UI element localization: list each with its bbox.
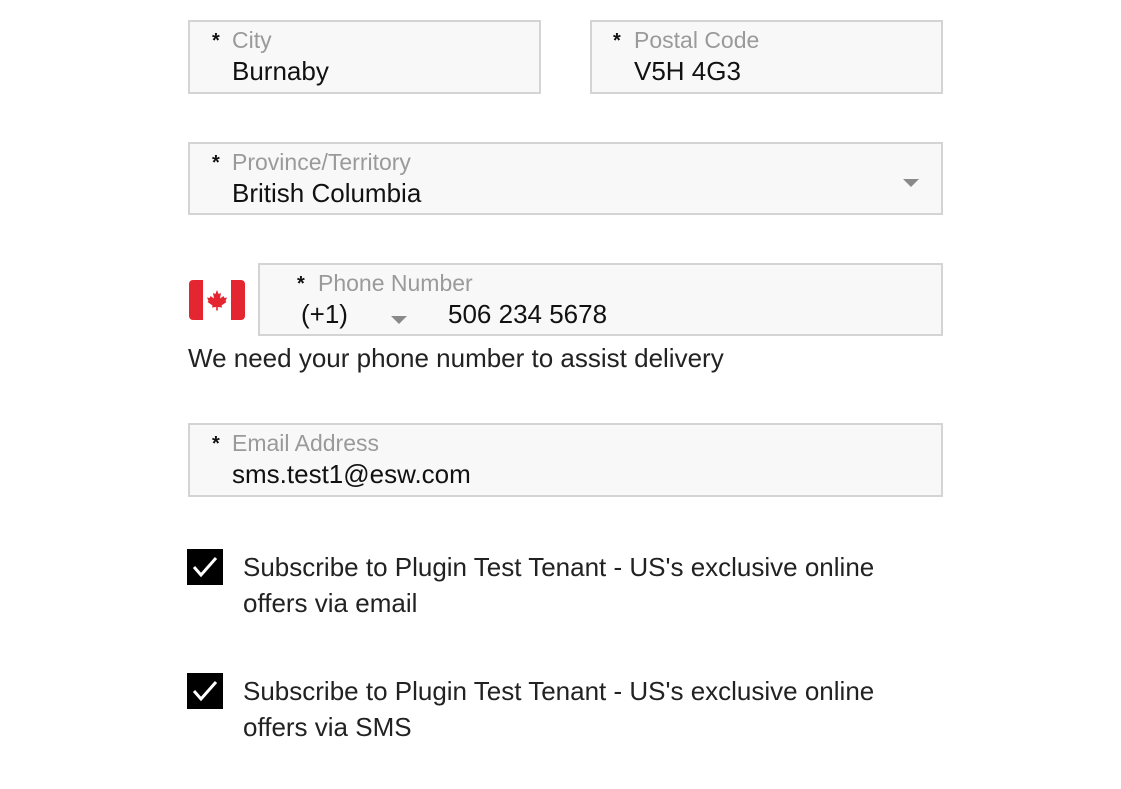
subscribe-email-checkbox[interactable] — [187, 549, 223, 585]
required-mark: * — [613, 30, 621, 52]
phone-number-label: Phone Number — [318, 270, 473, 296]
postal-code-label: Postal Code — [634, 27, 760, 53]
subscribe-sms-label[interactable]: Subscribe to Plugin Test Tenant - US's e… — [243, 673, 943, 745]
province-select[interactable]: * Province/Territory British Columbia — [188, 142, 943, 215]
required-mark: * — [212, 433, 220, 455]
phone-number-field[interactable]: * Phone Number (+1) 506 234 5678 — [258, 263, 943, 336]
checkmark-icon — [192, 557, 218, 578]
phone-hint-text: We need your phone number to assist deli… — [188, 343, 724, 373]
subscribe-email-label[interactable]: Subscribe to Plugin Test Tenant - US's e… — [243, 549, 943, 621]
phone-number-value[interactable]: 506 234 5678 — [448, 299, 607, 330]
postal-code-field[interactable]: * Postal Code V5H 4G3 — [590, 20, 943, 94]
country-code-select[interactable]: (+1) — [301, 299, 348, 330]
city-label: City — [232, 27, 272, 53]
chevron-down-icon[interactable] — [903, 179, 919, 187]
email-value[interactable]: sms.test1@esw.com — [232, 459, 471, 490]
postal-code-value[interactable]: V5H 4G3 — [634, 56, 741, 87]
canada-flag-icon — [189, 280, 245, 320]
subscribe-sms-checkbox[interactable] — [187, 673, 223, 709]
required-mark: * — [297, 273, 305, 295]
city-field[interactable]: * City Burnaby — [188, 20, 541, 94]
checkmark-icon — [192, 681, 218, 702]
email-label: Email Address — [232, 430, 380, 456]
required-mark: * — [212, 152, 220, 174]
province-label: Province/Territory — [232, 149, 411, 175]
city-value[interactable]: Burnaby — [232, 56, 329, 87]
required-mark: * — [212, 30, 220, 52]
province-value[interactable]: British Columbia — [232, 178, 421, 209]
chevron-down-icon[interactable] — [391, 316, 407, 324]
email-field[interactable]: * Email Address sms.test1@esw.com — [188, 423, 943, 497]
